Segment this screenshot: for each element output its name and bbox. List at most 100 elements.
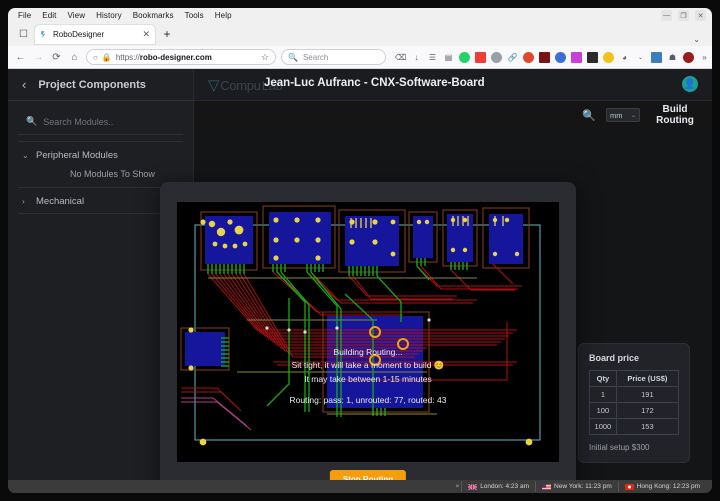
list-all-tabs-icon[interactable]: ☐ [16,27,31,42]
close-button[interactable]: ✕ [695,10,706,21]
blue-circle-icon[interactable] [555,51,566,63]
world-clock-statusbar: × London: 4:23 am New York: 11:23 pm Hon… [8,480,712,493]
maximize-button[interactable]: ❐ [678,10,689,21]
browser-search-box[interactable]: 🔍 Search [281,49,386,65]
image-icon[interactable] [651,51,662,63]
colorpick-icon[interactable] [571,51,582,63]
clock-label: New York: 11:23 pm [554,483,612,490]
hk-flag-icon [624,483,634,490]
black-leaf-icon[interactable] [587,51,598,63]
sidebar-icon[interactable]: ▤ [443,52,454,63]
back-icon[interactable]: ← [14,51,27,64]
canvas-toolbar: 🔍 mm ⌄ Build Routing [194,101,712,129]
menu-bookmarks[interactable]: Bookmarks [133,11,174,20]
table-row: 1000 153 [589,418,680,435]
lock-icon[interactable]: 🔒 [102,53,112,62]
chevron-down-icon[interactable]: ⌄ [635,52,646,63]
yellow-black-icon[interactable] [603,51,614,63]
reload-icon[interactable]: ⟳ [50,51,63,64]
pocket-icon[interactable]: ⌫ [395,52,406,63]
url-bar[interactable]: ○ 🔒 https://robo-designer.com ☆ [86,49,276,65]
column-header-qty: Qty [589,370,617,387]
clock-label: Hong Kong: 12:23 pm [636,483,700,490]
headphones-icon[interactable]: ◕ [619,52,630,63]
tabstrip-chevron-down-icon[interactable]: ⌄ [693,35,700,44]
unit-select[interactable]: mm ⌄ [606,108,640,122]
clock-london[interactable]: London: 4:23 am [461,481,535,492]
compulab-mark-icon: ▽ [208,77,220,94]
shield-red-icon[interactable] [523,51,534,63]
chevron-right-icon: › [22,197,25,206]
board-price-title: Board price [589,353,640,363]
search-placeholder: Search Modules.. [43,116,114,127]
sidebar-group-peripheral-modules[interactable]: ⌄ Peripheral Modules [8,142,193,167]
menu-help[interactable]: Help [215,11,232,20]
tab-robodesigner[interactable]: RoboDesigner ✕ [35,25,155,44]
cell-qty: 100 [589,402,617,419]
build-routing-line1: Build [662,104,688,115]
robodesigner-favicon [41,31,46,38]
extensions-toolbar: ⌫ ↓ ☰ ▤ 🔗 ◕ ⌄ ☗ » [395,51,712,63]
cell-price: 191 [615,386,680,403]
chevron-down-icon: ⌄ [22,151,29,160]
menu-history[interactable]: History [96,11,122,20]
chevron-down-icon: ⌄ [630,112,636,119]
clock-label: London: 4:23 am [480,483,530,490]
uk-flag-icon [468,483,478,490]
table-header-row: Qty Price (US$) [589,370,680,387]
sidebar-back-icon[interactable]: ‹ [22,78,26,91]
cell-price: 172 [615,402,680,419]
avatar[interactable]: 👤 [682,76,698,92]
pocket-save-icon[interactable] [475,51,486,63]
sidebar-group-label: Mechanical [36,196,85,207]
minimize-button[interactable]: — [661,10,672,21]
grey-circle-icon[interactable] [491,51,502,63]
board-price-table: Qty Price (US$) 1 191 100 172 1000 153 [589,370,680,435]
search-placeholder: Search [302,52,329,62]
tab-strip: ☐ RoboDesigner ✕ + ⌄ [8,23,712,46]
app-viewport: ‹ Project Components 🔍 Search Modules.. … [8,69,712,493]
sidebar-header: ‹ Project Components [8,69,193,101]
overflow-icon[interactable]: » [699,52,710,63]
url-text: https://robo-designer.com [116,53,212,62]
menu-view[interactable]: View [67,11,85,20]
downloads-icon[interactable]: ↓ [411,52,422,63]
board-price-card: Board price Qty Price (US$) 1 191 100 17… [578,343,690,463]
library-icon[interactable]: ☰ [427,52,438,63]
table-row: 1 191 [589,386,680,403]
cell-qty: 1 [589,386,617,403]
whatsapp-icon[interactable] [459,51,470,63]
browser-menubar: File Edit View History Bookmarks Tools H… [8,8,712,23]
ublock-icon[interactable] [683,51,694,63]
clock-new-york[interactable]: New York: 11:23 pm [535,481,618,492]
cell-qty: 1000 [589,418,617,435]
url-domain: robo-designer.com [139,52,212,62]
menu-tools[interactable]: Tools [185,11,204,20]
divider [18,213,183,214]
tab-close-icon[interactable]: ✕ [142,30,150,39]
link-icon[interactable]: 🔗 [507,52,518,63]
build-routing-line2: Routing [656,115,694,126]
home-shield-icon[interactable]: ☗ [667,52,678,63]
new-tab-button[interactable]: + [159,25,175,43]
board-title: Jean-Luc Aufranc - CNX-Software-Board [264,77,485,89]
shield-icon[interactable]: ○ [93,53,98,62]
bookmark-star-icon[interactable]: ☆ [261,52,269,63]
clock-hong-kong[interactable]: Hong Kong: 12:23 pm [617,481,706,492]
build-routing-button[interactable]: Build Routing [650,104,700,126]
navigation-bar: ← → ⟳ ⌂ ○ 🔒 https://robo-designer.com ☆ … [8,46,712,69]
search-icon: 🔍 [26,116,38,126]
zoom-search-icon[interactable]: 🔍 [582,109,596,122]
menu-file[interactable]: File [18,11,31,20]
window-controls: — ❐ ✕ [661,10,706,21]
menu-edit[interactable]: Edit [42,11,56,20]
dark-red-square-icon[interactable] [539,51,550,63]
sidebar-group-label: Peripheral Modules [36,150,118,161]
home-icon[interactable]: ⌂ [68,51,81,64]
search-icon: 🔍 [288,52,298,62]
search-modules-input[interactable]: 🔍 Search Modules.. [18,109,183,135]
unit-value: mm [610,110,623,120]
tab-title: RoboDesigner [53,30,105,39]
screen: File Edit View History Bookmarks Tools H… [0,0,720,501]
forward-icon[interactable]: → [32,51,45,64]
